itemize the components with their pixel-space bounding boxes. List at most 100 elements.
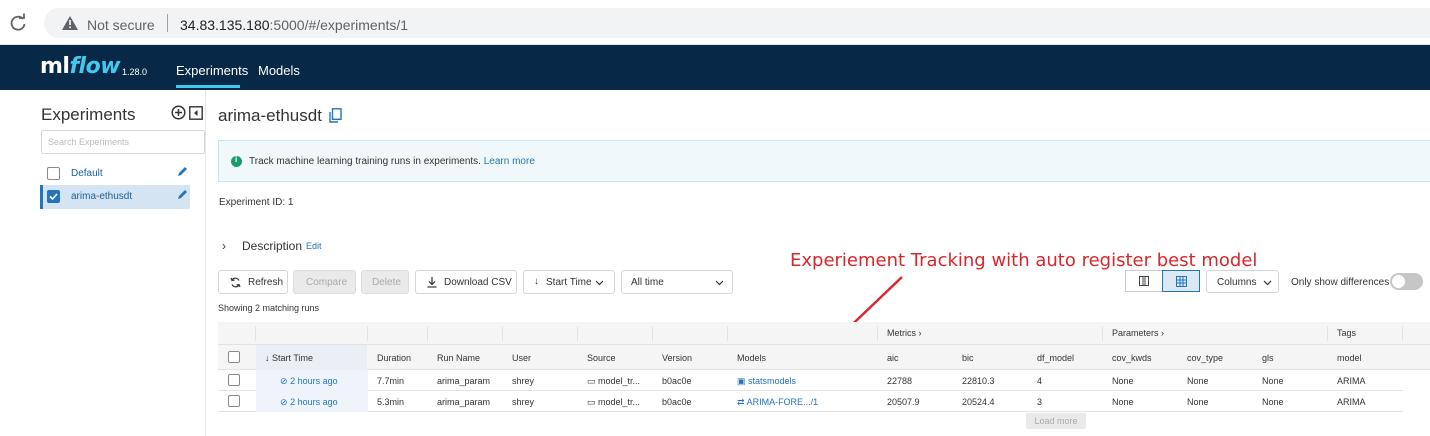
info-banner: Track machine learning training runs in … <box>218 140 1430 182</box>
download-icon <box>427 277 437 288</box>
only-differences-label: Only show differences <box>1291 277 1390 288</box>
download-csv-button[interactable]: Download CSV <box>415 270 517 294</box>
model-icon: ▣ <box>737 376 746 386</box>
row-checkbox[interactable] <box>228 395 240 407</box>
table-cell: None <box>1187 376 1209 386</box>
columns-dropdown[interactable]: Columns <box>1206 270 1279 293</box>
column-header[interactable]: Models <box>737 353 766 363</box>
version-label: 1.28.0 <box>122 67 148 77</box>
source-cell[interactable]: ▭ model_tr... <box>587 376 640 387</box>
learn-more-link[interactable]: Learn more <box>484 156 535 167</box>
experiments-sidebar: Experiments Search Experiments Default a… <box>40 90 206 436</box>
run-start-time-link[interactable]: ⊘ 2 hours ago <box>280 397 338 408</box>
compare-button[interactable]: Compare <box>293 270 356 294</box>
tags-group-label: Tags <box>1337 328 1357 338</box>
security-label[interactable]: Not secure <box>87 17 155 33</box>
column-header[interactable]: cov_kwds <box>1112 353 1152 363</box>
collapse-sidebar-icon[interactable] <box>189 106 203 120</box>
refresh-button[interactable]: Refresh <box>218 270 288 294</box>
row-checkbox[interactable] <box>228 374 240 386</box>
parameters-group-label[interactable]: Parameters › <box>1112 328 1164 338</box>
delete-button[interactable]: Delete <box>361 270 409 294</box>
select-all-checkbox[interactable] <box>228 351 240 363</box>
sort-arrow-icon: ↓ <box>534 276 539 287</box>
info-text: Track machine learning training runs in … <box>249 156 481 167</box>
browser-toolbar: Not secure 34.83.135.180:5000/#/experime… <box>0 0 1430 45</box>
registered-model-icon: ⇄ <box>737 397 745 407</box>
table-cell: 5.3min <box>377 397 405 407</box>
column-group-header: Metrics › Parameters › Tags <box>218 322 1430 345</box>
monitor-icon: ▭ <box>587 376 596 386</box>
registered-model-link[interactable]: ⇄ ARIMA-FORE.../1 <box>737 397 818 408</box>
column-header[interactable]: Duration <box>377 353 411 363</box>
edit-icon[interactable] <box>177 166 188 177</box>
chevron-down-icon <box>1263 280 1272 286</box>
column-header[interactable]: Run Name <box>437 353 480 363</box>
experiment-checkbox[interactable] <box>47 167 60 180</box>
reload-icon[interactable] <box>8 13 28 33</box>
table-cell: b0ac0e <box>662 397 692 407</box>
table-cell: None <box>1112 397 1134 407</box>
list-view-icon <box>1139 276 1149 286</box>
edit-icon[interactable] <box>177 189 188 200</box>
column-header[interactable]: aic <box>887 353 899 363</box>
grid-view-icon <box>1176 276 1187 287</box>
sort-desc-icon: ↓ <box>265 353 270 363</box>
warning-icon[interactable] <box>62 16 78 30</box>
column-header[interactable]: Source <box>587 353 616 363</box>
annotation-text: Experiement Tracking with auto register … <box>790 250 1258 271</box>
description-edit-link[interactable]: Edit <box>306 241 322 251</box>
add-experiment-icon[interactable] <box>171 105 186 120</box>
table-cell: shrey <box>512 397 535 407</box>
search-experiments-input[interactable]: Search Experiments <box>41 130 205 154</box>
column-header[interactable]: gls <box>1262 353 1274 363</box>
monitor-icon: ▭ <box>587 397 596 407</box>
sidebar-item-arima-ethusdt[interactable]: arima-ethusdt <box>40 185 190 209</box>
table-cell: b0ac0e <box>662 376 692 386</box>
chevron-right-icon[interactable]: › <box>222 239 226 253</box>
sort-dropdown[interactable]: ↓ Start Time <box>523 270 615 294</box>
table-cell: 22788 <box>887 376 913 386</box>
table-cell: 7.7min <box>377 376 405 386</box>
run-start-time-link[interactable]: ⊘ 2 hours ago <box>280 376 338 387</box>
mlflow-logo[interactable]: mlflow <box>40 54 121 79</box>
sidebar-item-label[interactable]: arima-ethusdt <box>71 191 132 202</box>
load-more-button[interactable]: Load more <box>1026 413 1086 429</box>
column-header[interactable]: Version <box>662 353 692 363</box>
table-cell: None <box>1262 397 1284 407</box>
column-header[interactable]: User <box>512 353 531 363</box>
time-filter-select[interactable]: All time <box>621 270 733 294</box>
model-link[interactable]: ▣ statsmodels <box>737 376 796 387</box>
info-icon <box>231 155 242 167</box>
nav-experiments[interactable]: Experiments <box>176 63 248 78</box>
url-text[interactable]: 34.83.135.180:5000/#/experiments/1 <box>180 17 408 33</box>
description-toggle[interactable]: Description <box>242 239 302 253</box>
refresh-icon <box>230 277 241 288</box>
column-header-start-time[interactable]: ↓ Start Time <box>265 353 313 363</box>
table-cell: None <box>1187 397 1209 407</box>
chevron-down-icon <box>715 280 724 286</box>
checkmark-icon <box>49 193 58 201</box>
only-differences-toggle[interactable] <box>1390 273 1423 290</box>
copy-icon[interactable] <box>329 108 342 123</box>
table-row[interactable]: ⊘ 2 hours ago 5.3min arima_param shrey ▭… <box>218 391 1403 412</box>
table-cell: arima_param <box>437 376 491 386</box>
table-view-button[interactable] <box>1162 270 1200 292</box>
experiment-id: Experiment ID: 1 <box>219 197 294 208</box>
list-view-button[interactable] <box>1125 270 1163 292</box>
active-nav-indicator <box>176 85 240 88</box>
table-cell: shrey <box>512 376 535 386</box>
nav-models[interactable]: Models <box>258 63 300 78</box>
divider <box>167 14 168 32</box>
sidebar-item-default[interactable]: Default <box>40 162 190 186</box>
table-cell: ARIMA <box>1337 397 1366 407</box>
column-header[interactable]: model <box>1337 353 1362 363</box>
metrics-group-label[interactable]: Metrics › <box>887 328 922 338</box>
table-row[interactable]: ⊘ 2 hours ago 7.7min arima_param shrey ▭… <box>218 370 1403 391</box>
column-header[interactable]: cov_type <box>1187 353 1223 363</box>
source-cell[interactable]: ▭ model_tr... <box>587 397 640 408</box>
column-header[interactable]: df_model <box>1037 353 1074 363</box>
experiment-checkbox[interactable] <box>47 190 60 203</box>
column-header[interactable]: bic <box>962 353 974 363</box>
sidebar-item-label[interactable]: Default <box>71 168 103 179</box>
